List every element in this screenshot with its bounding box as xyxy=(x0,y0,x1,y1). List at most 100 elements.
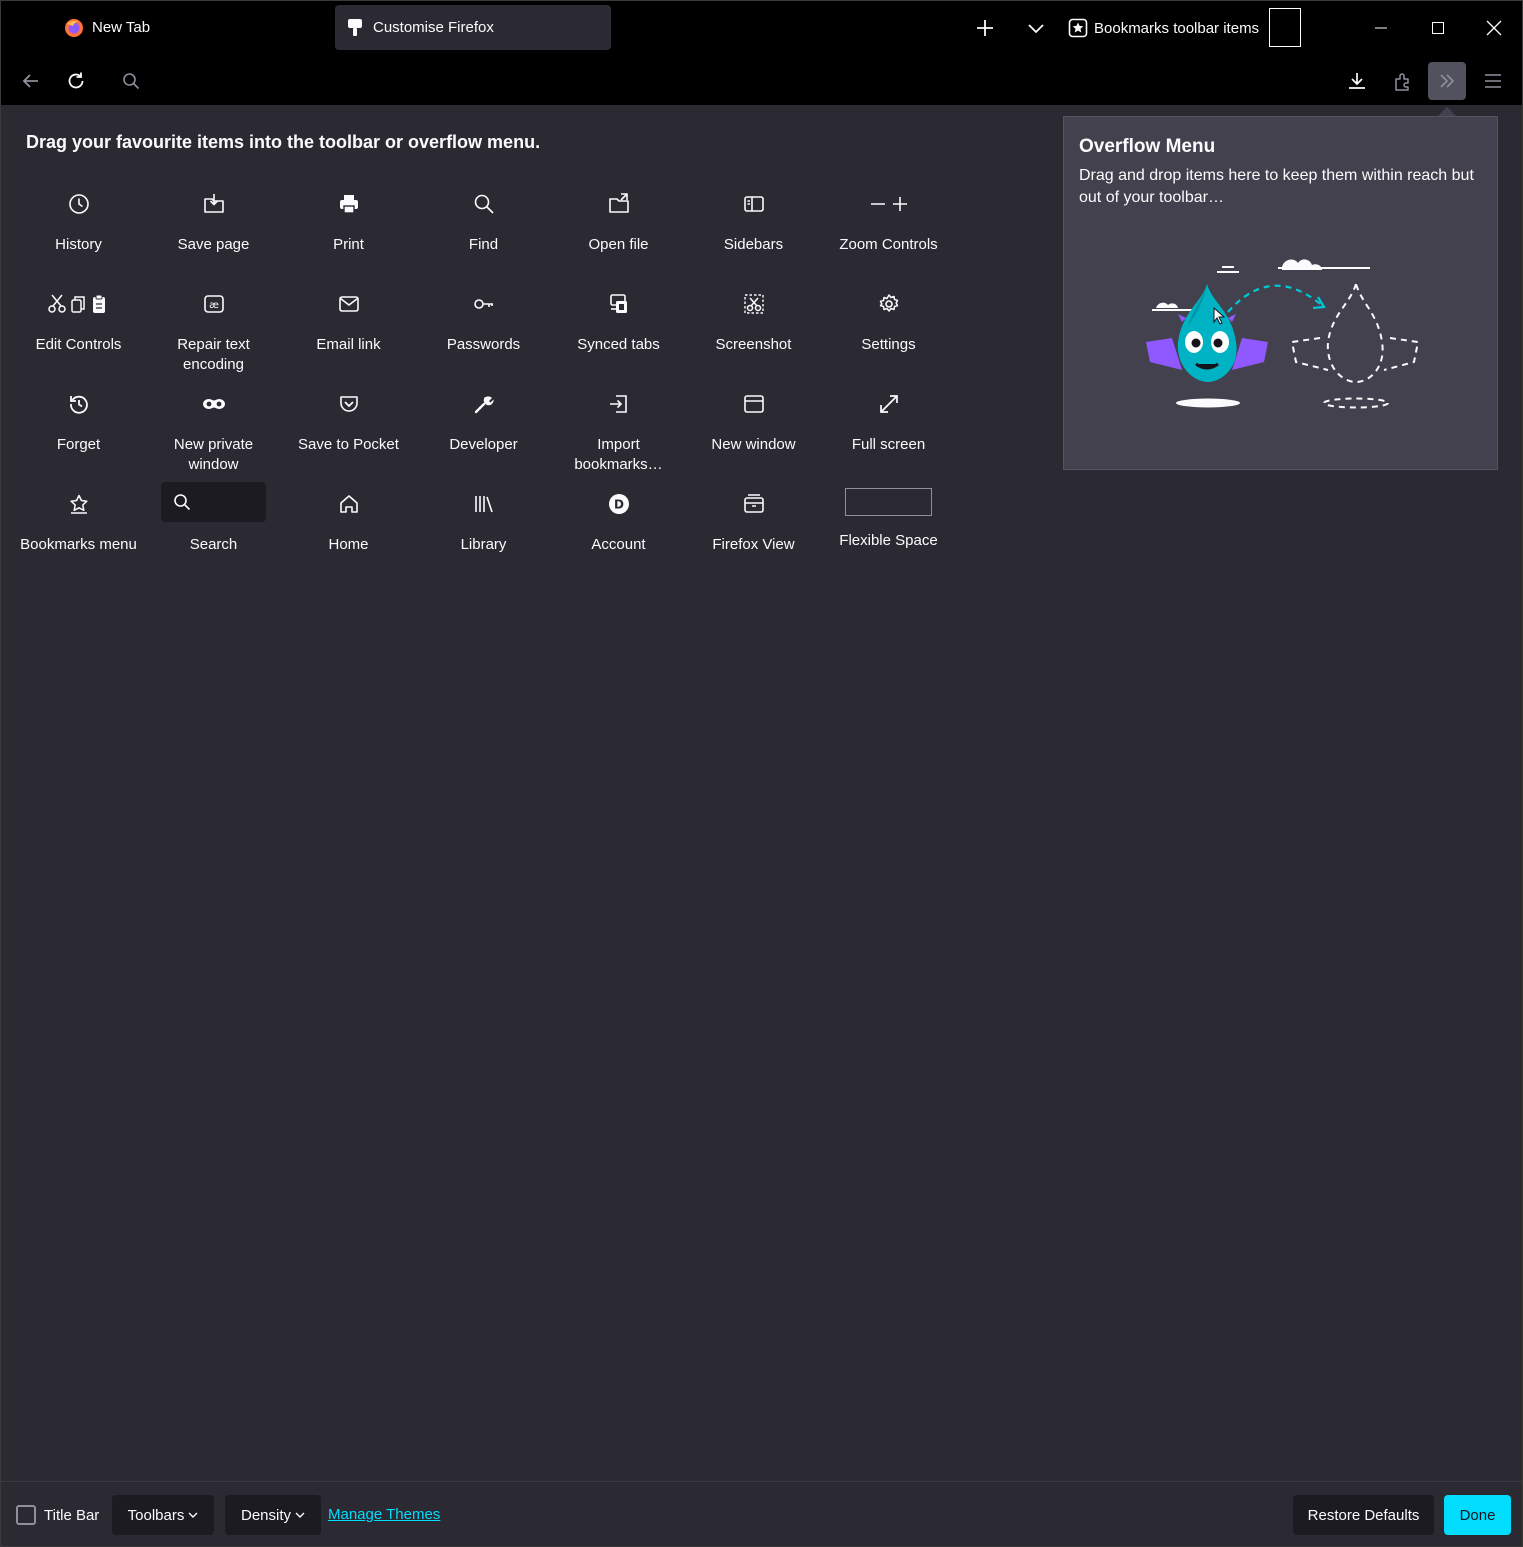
palette-item-print[interactable]: Print xyxy=(281,180,416,280)
palette-item-screenshot[interactable]: Screenshot xyxy=(686,280,821,380)
palette-item-settings[interactable]: Settings xyxy=(821,280,956,380)
palette-item-save-to-pocket[interactable]: Save to Pocket xyxy=(281,380,416,480)
gear-icon xyxy=(878,292,900,316)
text-encoding-icon: æ xyxy=(203,292,225,316)
toolbars-label: Toolbars xyxy=(127,1506,185,1524)
palette-item-library[interactable]: Library xyxy=(416,480,551,580)
email-icon xyxy=(338,292,360,316)
search-icon xyxy=(173,493,191,511)
back-button[interactable] xyxy=(12,62,50,100)
palette-item-sidebars[interactable]: Sidebars xyxy=(686,180,821,280)
url-bar-search[interactable] xyxy=(112,62,150,100)
palette-item-email-link[interactable]: Email link xyxy=(281,280,416,380)
downloads-button[interactable] xyxy=(1338,62,1376,100)
manage-themes-link[interactable]: Manage Themes xyxy=(328,1506,440,1523)
palette-item-label: Home xyxy=(328,536,369,553)
library-icon xyxy=(473,492,495,516)
customize-footer: Title Bar Toolbars Density Manage Themes… xyxy=(0,1481,1523,1547)
dragon-illustration xyxy=(1142,242,1422,421)
forget-icon xyxy=(68,392,90,416)
palette-item-open-file[interactable]: Open file xyxy=(551,180,686,280)
density-button[interactable]: Density xyxy=(225,1495,321,1535)
edit-controls-icon xyxy=(47,292,110,316)
customization-palette: History Save page Print Find Open file S… xyxy=(11,180,956,580)
reload-button[interactable] xyxy=(57,62,95,100)
palette-item-label: Firefox View xyxy=(712,536,795,553)
open-file-icon xyxy=(608,192,630,216)
palette-item-import-bookmarks[interactable]: Import bookmarks… xyxy=(551,380,686,480)
private-mask-icon xyxy=(202,392,226,416)
list-all-tabs-button[interactable] xyxy=(1018,10,1054,46)
palette-item-label: Email link xyxy=(316,336,381,353)
overflow-menu-button[interactable] xyxy=(1428,62,1466,100)
tab-new-tab[interactable]: New Tab xyxy=(60,5,330,50)
home-icon xyxy=(338,492,360,516)
palette-item-developer[interactable]: Developer xyxy=(416,380,551,480)
pocket-icon xyxy=(338,392,360,416)
palette-item-firefox-view[interactable]: Firefox View xyxy=(686,480,821,580)
palette-item-zoom-controls[interactable]: Zoom Controls xyxy=(821,180,956,280)
palette-item-label: Developer xyxy=(449,436,518,453)
palette-item-repair-text-encoding[interactable]: æ Repair text encoding xyxy=(146,280,281,380)
palette-item-account[interactable]: D Account xyxy=(551,480,686,580)
find-icon xyxy=(473,192,495,216)
minimize-icon xyxy=(1375,27,1387,29)
bookmarks-toolbar-placeholder xyxy=(1269,8,1301,47)
bookmarks-toolbar-label: Bookmarks toolbar items xyxy=(1094,19,1260,37)
palette-item-new-window[interactable]: New window xyxy=(686,380,821,480)
palette-item-bookmarks-menu[interactable]: Bookmarks menu xyxy=(11,480,146,580)
screenshot-icon xyxy=(743,292,765,316)
reload-icon xyxy=(68,72,84,89)
palette-item-synced-tabs[interactable]: Synced tabs xyxy=(551,280,686,380)
import-icon xyxy=(608,392,630,416)
palette-item-label: Screenshot xyxy=(715,336,792,353)
minimize-button[interactable] xyxy=(1361,8,1401,48)
key-icon xyxy=(473,292,495,316)
close-window-button[interactable] xyxy=(1474,8,1514,48)
palette-item-home[interactable]: Home xyxy=(281,480,416,580)
chevron-down-icon xyxy=(1028,24,1044,34)
overflow-panel[interactable]: Overflow Menu Drag and drop items here t… xyxy=(1063,116,1498,470)
chevron-down-icon xyxy=(188,1510,198,1520)
palette-item-search[interactable]: Search xyxy=(146,480,281,580)
done-button[interactable]: Done xyxy=(1444,1495,1511,1535)
palette-item-flexible-space[interactable]: Flexible Space xyxy=(821,480,956,580)
hamburger-icon xyxy=(1485,74,1501,88)
palette-item-find[interactable]: Find xyxy=(416,180,551,280)
zoom-controls-icon xyxy=(869,192,909,216)
toolbars-button[interactable]: Toolbars xyxy=(112,1495,214,1535)
palette-item-label: Open file xyxy=(588,236,649,253)
tab-customise-firefox[interactable]: Customise Firefox xyxy=(335,5,611,50)
palette-item-history[interactable]: History xyxy=(11,180,146,280)
bookmarks-toolbar-items[interactable]: Bookmarks toolbar items xyxy=(1068,14,1259,42)
flexible-space xyxy=(845,488,932,516)
title-bar-checkbox[interactable] xyxy=(16,1505,36,1525)
palette-item-edit-controls[interactable]: Edit Controls xyxy=(11,280,146,380)
palette-item-label: Repair text encoding xyxy=(177,336,250,373)
palette-item-label: Library xyxy=(460,536,507,553)
extensions-button[interactable] xyxy=(1384,62,1422,100)
bookmark-star-icon xyxy=(68,492,90,516)
save-page-icon xyxy=(203,192,225,216)
palette-item-label: Zoom Controls xyxy=(839,236,938,253)
customize-heading: Drag your favourite items into the toolb… xyxy=(26,132,541,152)
palette-item-label: History xyxy=(55,236,102,253)
app-menu-button[interactable] xyxy=(1474,62,1512,100)
firefox-view-icon xyxy=(743,492,765,516)
tab-label: New Tab xyxy=(92,19,151,36)
palette-item-label: New private window xyxy=(173,436,254,473)
palette-item-new-private-window[interactable]: New private window xyxy=(146,380,281,480)
synced-tabs-icon xyxy=(608,292,630,316)
restore-defaults-button[interactable]: Restore Defaults xyxy=(1293,1495,1434,1535)
palette-item-forget[interactable]: Forget xyxy=(11,380,146,480)
palette-item-save-page[interactable]: Save page xyxy=(146,180,281,280)
palette-item-passwords[interactable]: Passwords xyxy=(416,280,551,380)
title-bar-toggle[interactable]: Title Bar xyxy=(16,1505,99,1525)
palette-item-full-screen[interactable]: Full screen xyxy=(821,380,956,480)
new-tab-button[interactable] xyxy=(967,10,1003,46)
tab-label: Customise Firefox xyxy=(373,19,494,36)
maximize-button[interactable] xyxy=(1418,8,1458,48)
chevron-down-icon xyxy=(295,1510,305,1520)
palette-item-label: Search xyxy=(189,536,238,553)
palette-item-label: Sidebars xyxy=(723,236,784,253)
